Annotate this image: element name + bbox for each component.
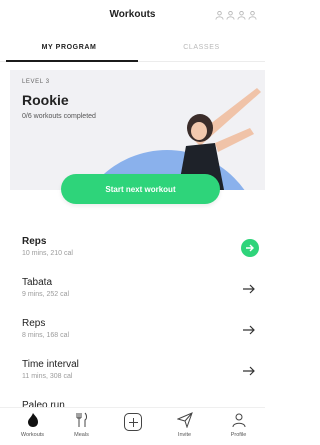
nav-meals[interactable]: Meals [55, 412, 108, 444]
workout-name: Tabata [22, 277, 53, 288]
nav-add[interactable] [106, 412, 159, 444]
person-icon [248, 10, 257, 20]
avatar-group[interactable] [215, 10, 257, 20]
paper-plane-icon [176, 412, 193, 428]
workout-meta: 9 mins, 252 cal [22, 291, 70, 298]
nav-label: Workouts [20, 432, 45, 438]
arrow-right-icon[interactable] [241, 363, 257, 379]
app-header: Workouts [0, 0, 265, 32]
nav-workouts[interactable]: Workouts [6, 412, 59, 444]
person-icon [237, 10, 246, 20]
list-item[interactable]: Reps 10 mins, 210 cal [22, 236, 265, 270]
workout-name: Reps [22, 236, 47, 247]
person-icon [226, 10, 235, 20]
list-item[interactable]: Tabata 9 mins, 252 cal [22, 277, 265, 311]
program-name: Rookie [22, 92, 69, 108]
nav-label: Profile [230, 432, 247, 438]
person-icon [232, 413, 245, 428]
program-hero-card: LEVEL 3 Rookie 0/6 workouts completed [10, 70, 265, 190]
program-progress: 0/6 workouts completed [22, 113, 96, 120]
nav-label: Meals [74, 432, 89, 438]
person-icon [215, 10, 224, 20]
nav-invite[interactable]: Invite [158, 412, 211, 444]
arrow-right-icon[interactable] [241, 281, 257, 297]
start-next-workout-button[interactable]: Start next workout [61, 174, 220, 204]
add-icon [123, 413, 142, 431]
program-tabs: MY PROGRAM CLASSES [0, 38, 265, 62]
fork-knife-icon [76, 412, 87, 427]
nav-label: Invite [177, 432, 192, 438]
tab-classes[interactable]: CLASSES [138, 44, 265, 51]
nav-profile[interactable]: Profile [212, 412, 265, 444]
program-level: LEVEL 3 [22, 79, 50, 85]
bottom-navigation: Workouts Meals Invite Profile [0, 407, 265, 445]
list-item[interactable]: Time interval 11 mins, 308 cal [22, 359, 265, 393]
workout-meta: 8 mins, 168 cal [22, 332, 70, 339]
list-item[interactable]: Reps 8 mins, 168 cal [22, 318, 265, 352]
arrow-right-icon[interactable] [241, 239, 259, 257]
workout-name: Reps [22, 318, 46, 329]
woman-stretching-illustration [89, 88, 261, 190]
workout-meta: 10 mins, 210 cal [22, 250, 73, 257]
workout-meta: 11 mins, 308 cal [22, 373, 73, 380]
arrow-right-icon[interactable] [241, 322, 257, 338]
workout-list: Reps 10 mins, 210 cal Tabata 9 mins, 252… [0, 228, 265, 410]
workout-name: Time interval [22, 359, 79, 370]
active-tab-indicator [6, 60, 138, 62]
tab-my-program[interactable]: MY PROGRAM [0, 44, 138, 51]
flame-icon [27, 413, 38, 427]
